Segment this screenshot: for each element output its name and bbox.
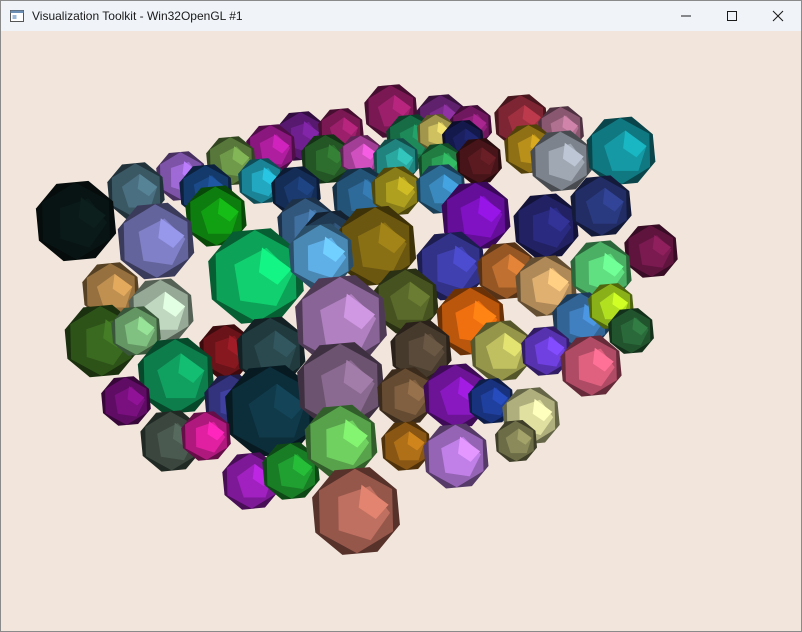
title-bar[interactable]: Visualization Toolkit - Win32OpenGL #1 [1,1,801,31]
polyhedral-cell [381,421,431,471]
maximize-button[interactable] [709,1,755,31]
polyhedral-cell [624,224,678,278]
minimize-button[interactable] [663,1,709,31]
polyhedral-cell [312,467,400,555]
close-button[interactable] [755,1,801,31]
polyhedral-cell [35,180,117,262]
maximize-icon [727,11,737,21]
vtk-app-icon [10,9,24,22]
minimize-icon [681,15,691,17]
polyhedral-cell [513,193,579,259]
rendered-scene [35,84,678,555]
app-window: Visualization Toolkit - Win32OpenGL #1 [0,0,802,632]
polyhedral-cell [586,116,656,186]
polyhedral-cell [423,423,489,489]
window-title: Visualization Toolkit - Win32OpenGL #1 [32,9,243,23]
render-viewport[interactable] [1,31,801,631]
close-icon [772,10,784,22]
